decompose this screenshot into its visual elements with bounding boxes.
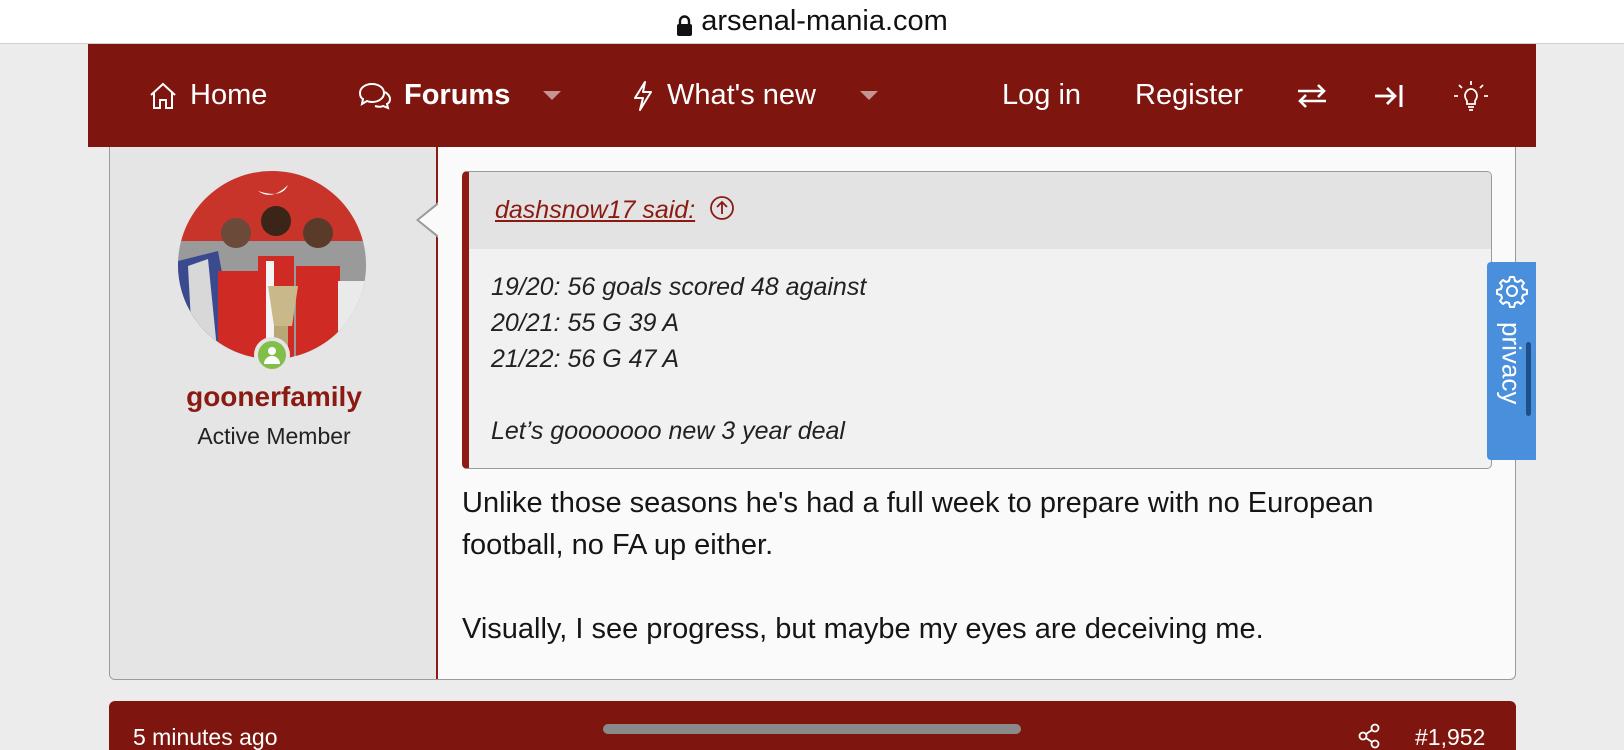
home-indicator[interactable] (603, 724, 1021, 734)
gear-icon (1495, 274, 1529, 313)
nav-home-label: Home (190, 79, 268, 111)
login-arrow-icon (1373, 82, 1405, 110)
bulb-icon (1452, 79, 1490, 113)
message-pointer-fill (419, 204, 439, 236)
theme-toggle-button[interactable] (1452, 44, 1490, 147)
scroll-indicator (1526, 342, 1531, 416)
privacy-tab[interactable]: privacy (1487, 262, 1536, 460)
user-title: Active Member (197, 423, 351, 449)
forums-dropdown-toggle[interactable] (543, 44, 561, 147)
chevron-down-icon (860, 91, 878, 100)
quote-line: 19/20: 56 goals scored 48 against (491, 273, 867, 301)
quote-header: dashsnow17 said: (469, 172, 1491, 249)
forum-post: goonerfamily Active Member dashsnow17 sa… (109, 147, 1516, 680)
post-user-panel: goonerfamily Active Member (110, 147, 438, 679)
quote-line: 21/22: 56 G 47 A (491, 345, 680, 373)
login-label: Log in (1002, 79, 1082, 111)
nav-whats-new-label: What's new (667, 79, 816, 111)
main-navigation: Home Forums What's new Log in Register (88, 44, 1536, 147)
quote-author-link[interactable]: dashsnow17 said: (495, 196, 695, 225)
quote-block: dashsnow17 said: 19/20: 56 goals scored … (462, 171, 1492, 469)
online-status-icon (254, 337, 290, 373)
quote-line: Let’s gooooooo new 3 year deal (491, 417, 845, 445)
url-text: arsenal-mania.com (701, 5, 948, 37)
register-link[interactable]: Register (1135, 44, 1243, 147)
nav-home[interactable]: Home (148, 44, 267, 147)
up-circle-icon[interactable] (709, 195, 735, 226)
nav-forums-label: Forums (404, 79, 511, 111)
post-number[interactable]: #1,952 (1415, 724, 1485, 750)
whats-new-dropdown-toggle[interactable] (860, 44, 878, 147)
share-icon[interactable] (1357, 723, 1381, 750)
home-icon (148, 81, 178, 111)
login-arrow-button[interactable] (1373, 44, 1405, 147)
address-bar[interactable]: arsenal-mania.com (0, 0, 1624, 44)
nav-whats-new[interactable]: What's new (631, 44, 816, 147)
lock-icon (676, 12, 693, 36)
nav-forums[interactable]: Forums (356, 44, 510, 147)
post-timestamp[interactable]: 5 minutes ago (133, 724, 277, 750)
username[interactable]: goonerfamily (110, 381, 438, 413)
message-paragraph: Visually, I see progress, but maybe my e… (462, 613, 1264, 645)
avatar[interactable] (178, 171, 366, 359)
swap-icon (1295, 82, 1329, 110)
login-link[interactable]: Log in (1002, 44, 1081, 147)
chat-icon (356, 81, 392, 111)
quote-body: 19/20: 56 goals scored 48 against 20/21:… (469, 249, 1491, 449)
bolt-icon (631, 80, 655, 112)
message-body: Unlike those seasons he's had a full wee… (462, 482, 1482, 650)
chevron-down-icon (543, 91, 561, 100)
register-label: Register (1135, 79, 1243, 111)
quote-spacer (491, 377, 1491, 413)
style-variation-button[interactable] (1295, 44, 1329, 147)
quote-line: 20/21: 55 G 39 A (491, 309, 680, 337)
message-paragraph: Unlike those seasons he's had a full wee… (462, 487, 1374, 561)
